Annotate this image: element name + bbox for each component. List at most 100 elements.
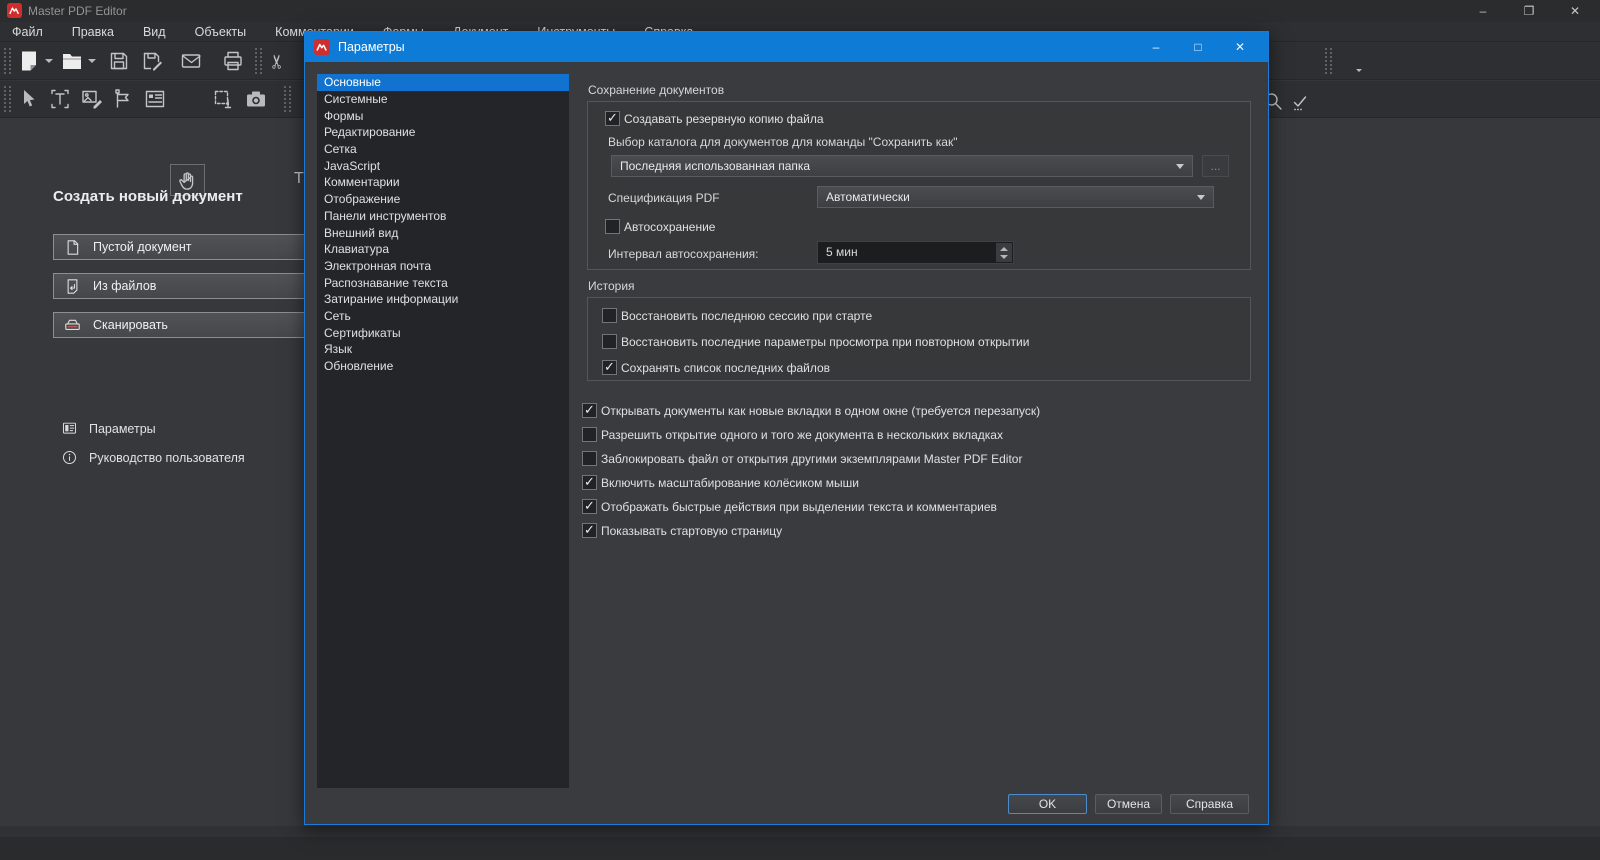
- save-as-button[interactable]: [140, 49, 164, 73]
- ok-button[interactable]: OK: [1008, 794, 1087, 814]
- sidebar-item-certificates[interactable]: Сертификаты: [317, 324, 569, 341]
- validate-button[interactable]: [1288, 90, 1312, 114]
- cancel-button[interactable]: Отмена: [1095, 794, 1162, 814]
- close-button[interactable]: ✕: [1553, 0, 1597, 22]
- same-doc-multi-tabs-checkbox[interactable]: [582, 427, 597, 442]
- scanner-icon: [65, 319, 80, 330]
- backup-checkbox-label[interactable]: Создавать резервную копию файла: [624, 112, 824, 126]
- sidebar-item-editing[interactable]: Редактирование: [317, 124, 569, 141]
- lock-file-checkbox[interactable]: [582, 451, 597, 466]
- restore-session-checkbox[interactable]: [602, 308, 617, 323]
- show-start-page-checkbox[interactable]: [582, 522, 597, 538]
- save-as-dir-combobox[interactable]: Последняя использованная папка: [611, 155, 1193, 177]
- pdf-spec-combobox[interactable]: Автоматически: [817, 186, 1214, 208]
- status-strip: [0, 837, 1600, 860]
- add-text-tool-button[interactable]: Т: [294, 170, 304, 188]
- sidebar-item-toolbars[interactable]: Панели инструментов: [317, 208, 569, 225]
- restore-view-params-label[interactable]: Восстановить последние параметры просмот…: [621, 335, 1029, 349]
- autosave-checkbox[interactable]: [605, 219, 620, 234]
- open-document-dropdown-icon[interactable]: [88, 59, 96, 63]
- sidebar-item-email[interactable]: Электронная почта: [317, 258, 569, 275]
- sidebar-item-comments[interactable]: Комментарии: [317, 174, 569, 191]
- sidebar-item-network[interactable]: Сеть: [317, 308, 569, 325]
- toolbar-grip[interactable]: [255, 48, 262, 74]
- same-doc-multi-tabs-label[interactable]: Разрешить открытие одного и того же доку…: [601, 428, 1003, 442]
- sidebar-item-language[interactable]: Язык: [317, 341, 569, 358]
- minimize-button[interactable]: –: [1461, 0, 1505, 22]
- toolbar-grip[interactable]: [284, 86, 291, 112]
- sidebar-item-keyboard[interactable]: Клавиатура: [317, 241, 569, 258]
- email-button[interactable]: [179, 49, 203, 73]
- spinner-buttons[interactable]: [996, 243, 1012, 262]
- sidebar-item-update[interactable]: Обновление: [317, 358, 569, 375]
- menu-objects[interactable]: Объекты: [195, 25, 247, 39]
- quick-actions-label[interactable]: Отображать быстрые действия при выделени…: [601, 500, 997, 514]
- show-start-page-label[interactable]: Показывать стартовую страницу: [601, 524, 782, 538]
- dialog-maximize-button[interactable]: □: [1177, 32, 1219, 62]
- select-region-tool-button[interactable]: [211, 87, 235, 111]
- history-group-title: История: [588, 279, 635, 293]
- canvas-edge: [0, 826, 1600, 837]
- settings-link[interactable]: Параметры: [61, 420, 156, 437]
- menu-view[interactable]: Вид: [143, 25, 166, 39]
- sidebar-item-grid[interactable]: Сетка: [317, 141, 569, 158]
- dialog-close-button[interactable]: ✕: [1219, 32, 1261, 62]
- sidebar-item-ocr[interactable]: Распознавание текста: [317, 274, 569, 291]
- edit-image-tool-button[interactable]: [80, 87, 104, 111]
- title-bar: Master PDF Editor – ❐ ✕: [0, 0, 1600, 22]
- preferences-dialog: Параметры – □ ✕ Основные Системные Формы…: [304, 31, 1269, 825]
- sidebar-item-forms[interactable]: Формы: [317, 107, 569, 124]
- from-files-icon: [67, 278, 78, 294]
- sidebar-item-redaction[interactable]: Затирание информации: [317, 291, 569, 308]
- sidebar-item-appearance[interactable]: Внешний вид: [317, 224, 569, 241]
- sidebar-item-system[interactable]: Системные: [317, 91, 569, 108]
- sidebar-item-general[interactable]: Основные: [317, 74, 569, 91]
- restore-session-label[interactable]: Восстановить последнюю сессию при старте: [621, 309, 872, 323]
- sidebar-item-javascript[interactable]: JavaScript: [317, 157, 569, 174]
- spin-up-icon[interactable]: [1000, 246, 1008, 251]
- toolbar-grip[interactable]: [4, 48, 11, 74]
- dialog-logo-icon: [314, 39, 330, 55]
- scan-label: Сканировать: [93, 318, 168, 332]
- menu-edit[interactable]: Правка: [72, 25, 114, 39]
- blank-document-button[interactable]: Пустой документ: [53, 234, 315, 260]
- sidebar-item-display[interactable]: Отображение: [317, 191, 569, 208]
- backup-checkbox[interactable]: [605, 110, 620, 126]
- quick-actions-checkbox[interactable]: [582, 498, 597, 514]
- scan-button[interactable]: Сканировать: [53, 312, 315, 338]
- toolbar-grip[interactable]: [1325, 48, 1332, 74]
- menu-file[interactable]: Файл: [12, 25, 43, 39]
- from-files-button[interactable]: Из файлов: [53, 273, 315, 299]
- wheel-zoom-label[interactable]: Включить масштабирование колёсиком мыши: [601, 476, 859, 490]
- new-document-dropdown-icon[interactable]: [45, 59, 53, 63]
- lock-file-label[interactable]: Заблокировать файл от открытия другими э…: [601, 452, 1022, 466]
- recent-files-checkbox[interactable]: [602, 359, 617, 375]
- open-document-button[interactable]: [60, 49, 84, 73]
- help-button[interactable]: Справка: [1170, 794, 1249, 814]
- info-icon: [62, 450, 77, 465]
- tabs-single-window-checkbox[interactable]: [582, 402, 597, 418]
- recent-files-label[interactable]: Сохранять список последних файлов: [621, 361, 830, 375]
- autosave-interval-spinner[interactable]: 5 мин: [817, 241, 1014, 264]
- autosave-checkbox-label[interactable]: Автосохранение: [624, 220, 715, 234]
- new-document-button[interactable]: [17, 49, 41, 73]
- browse-button[interactable]: ...: [1202, 155, 1229, 177]
- snapshot-tool-button[interactable]: [244, 87, 268, 111]
- user-guide-link[interactable]: Руководство пользователя: [61, 449, 245, 466]
- manage-forms-button[interactable]: [143, 87, 167, 111]
- dialog-minimize-button[interactable]: –: [1135, 32, 1177, 62]
- tabs-single-window-label[interactable]: Открывать документы как новые вкладки в …: [601, 404, 1040, 418]
- toolbar-grip[interactable]: [4, 86, 11, 112]
- wheel-zoom-checkbox[interactable]: [582, 474, 597, 490]
- select-tool-button[interactable]: [17, 87, 41, 111]
- restore-view-params-checkbox[interactable]: [602, 334, 617, 349]
- print-button[interactable]: [221, 49, 245, 73]
- autosave-interval-label: Интервал автосохранения:: [608, 247, 759, 261]
- spin-down-icon[interactable]: [1000, 254, 1008, 259]
- save-button[interactable]: [107, 49, 131, 73]
- edit-forms-tool-button[interactable]: [111, 87, 135, 111]
- restore-button[interactable]: ❐: [1507, 0, 1551, 22]
- edit-text-tool-button[interactable]: [48, 87, 72, 111]
- cut-icon[interactable]: [266, 54, 289, 70]
- application-window: Master PDF Editor – ❐ ✕ Файл Правка Вид …: [0, 0, 1600, 860]
